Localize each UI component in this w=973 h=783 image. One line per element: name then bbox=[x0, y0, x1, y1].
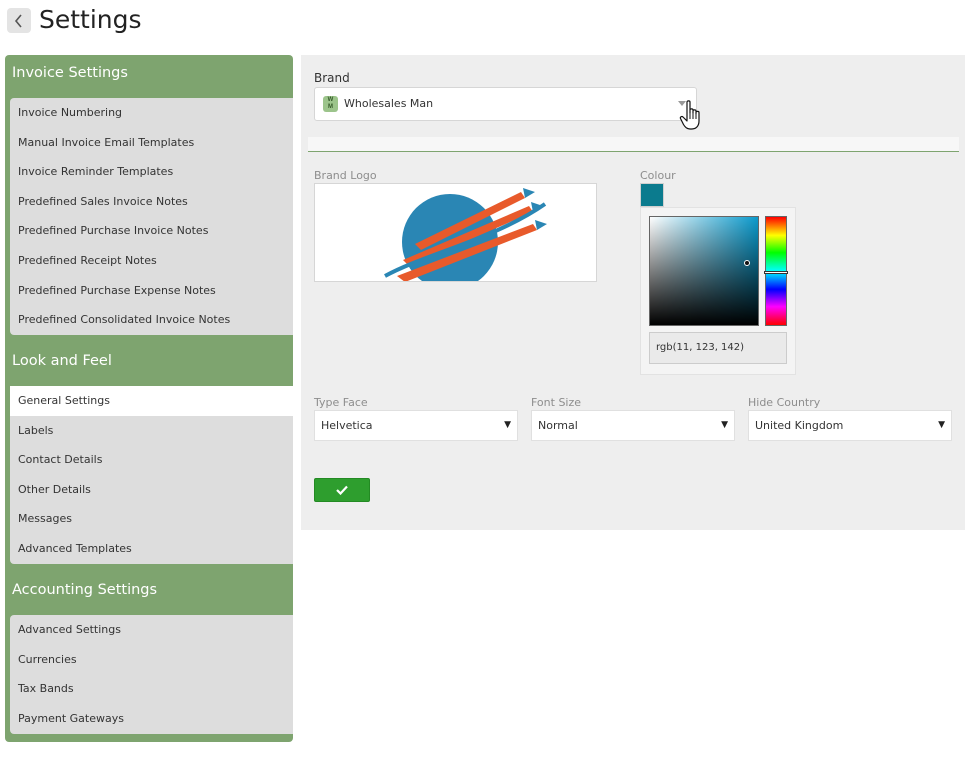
hide-country-select[interactable]: United Kingdom ▼ bbox=[748, 410, 952, 441]
caret-down-icon: ▼ bbox=[721, 420, 728, 430]
sidebar-item-predefined-receipt-notes[interactable]: Predefined Receipt Notes bbox=[10, 246, 293, 276]
sidebar-item-currencies[interactable]: Currencies bbox=[10, 645, 293, 675]
sidebar-item-invoice-numbering[interactable]: Invoice Numbering bbox=[10, 98, 293, 128]
sidebar-item-advanced-settings[interactable]: Advanced Settings bbox=[10, 615, 293, 645]
brand-label: Brand bbox=[314, 71, 350, 85]
font-size-label: Font Size bbox=[531, 396, 582, 409]
sidebar-item-other-details[interactable]: Other Details bbox=[10, 475, 293, 505]
brand-select[interactable]: WM Wholesales Man bbox=[314, 87, 697, 121]
section-title-invoice-settings: Invoice Settings bbox=[12, 65, 128, 81]
sidebar-item-general-settings[interactable]: General Settings bbox=[10, 386, 293, 416]
hide-country-label: Hide Country bbox=[748, 396, 821, 409]
sidebar-item-contact-details[interactable]: Contact Details bbox=[10, 445, 293, 475]
hue-slider[interactable] bbox=[764, 216, 788, 326]
colour-picker: rgb(11, 123, 142) bbox=[640, 207, 796, 375]
saturation-handle[interactable] bbox=[744, 260, 750, 266]
section-title-accounting-settings: Accounting Settings bbox=[12, 582, 158, 598]
sidebar-item-manual-invoice-email-templates[interactable]: Manual Invoice Email Templates bbox=[10, 128, 293, 158]
sidebar-item-tax-bands[interactable]: Tax Bands bbox=[10, 674, 293, 704]
page-title: Settings bbox=[39, 5, 142, 34]
font-size-select[interactable]: Normal ▼ bbox=[531, 410, 735, 441]
save-button[interactable] bbox=[314, 478, 370, 502]
section-divider bbox=[308, 137, 959, 152]
back-button[interactable] bbox=[7, 8, 31, 33]
brand-logo-label: Brand Logo bbox=[314, 169, 377, 182]
caret-down-icon: ▼ bbox=[504, 420, 511, 430]
brand-logo-image bbox=[384, 188, 547, 281]
hue-handle[interactable] bbox=[764, 271, 788, 274]
settings-sidebar: Invoice Settings Invoice Numbering Manua… bbox=[5, 55, 293, 742]
colour-swatch[interactable] bbox=[640, 183, 664, 207]
invoice-settings-list: Invoice Numbering Manual Invoice Email T… bbox=[10, 98, 293, 335]
colour-label: Colour bbox=[640, 169, 676, 182]
general-settings-panel: Brand WM Wholesales Man Brand Logo Colou… bbox=[301, 55, 965, 530]
accounting-settings-list: Advanced Settings Currencies Tax Bands P… bbox=[10, 615, 293, 734]
brand-select-value: Wholesales Man bbox=[344, 97, 434, 110]
type-face-select[interactable]: Helvetica ▼ bbox=[314, 410, 518, 441]
section-title-look-and-feel: Look and Feel bbox=[12, 353, 112, 369]
type-face-label: Type Face bbox=[314, 396, 368, 409]
colour-value-input[interactable]: rgb(11, 123, 142) bbox=[649, 332, 787, 364]
caret-down-icon: ▼ bbox=[938, 420, 945, 430]
sidebar-item-invoice-reminder-templates[interactable]: Invoice Reminder Templates bbox=[10, 157, 293, 187]
brand-badge: WM bbox=[323, 96, 338, 112]
chevron-left-icon bbox=[14, 13, 22, 28]
font-size-value: Normal bbox=[538, 419, 578, 432]
sidebar-item-predefined-purchase-expense-notes[interactable]: Predefined Purchase Expense Notes bbox=[10, 276, 293, 306]
type-face-value: Helvetica bbox=[321, 419, 373, 432]
checkmark-icon bbox=[336, 485, 348, 495]
hand-pointer-icon bbox=[679, 100, 700, 130]
sidebar-item-predefined-sales-invoice-notes[interactable]: Predefined Sales Invoice Notes bbox=[10, 187, 293, 217]
hide-country-value: United Kingdom bbox=[755, 419, 844, 432]
sidebar-item-advanced-templates[interactable]: Advanced Templates bbox=[10, 534, 293, 564]
brand-logo-upload[interactable] bbox=[314, 183, 597, 282]
look-and-feel-list: General Settings Labels Contact Details … bbox=[10, 386, 293, 564]
sidebar-item-labels[interactable]: Labels bbox=[10, 416, 293, 446]
sidebar-item-predefined-consolidated-invoice-notes[interactable]: Predefined Consolidated Invoice Notes bbox=[10, 305, 293, 335]
saturation-area[interactable] bbox=[649, 216, 759, 326]
sidebar-item-messages[interactable]: Messages bbox=[10, 504, 293, 534]
sidebar-item-predefined-purchase-invoice-notes[interactable]: Predefined Purchase Invoice Notes bbox=[10, 216, 293, 246]
sidebar-item-payment-gateways[interactable]: Payment Gateways bbox=[10, 704, 293, 734]
